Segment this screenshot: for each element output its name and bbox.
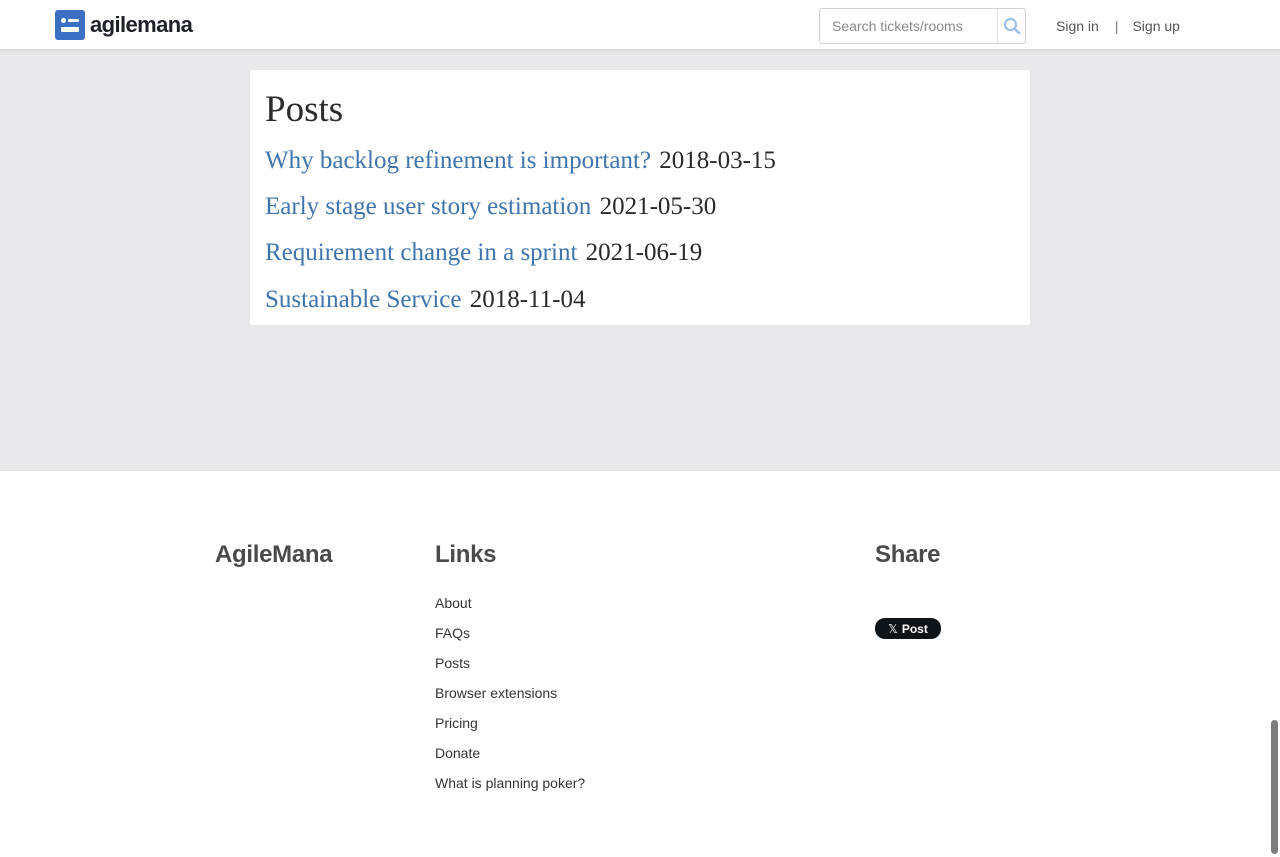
x-post-button[interactable]: 𝕏 Post — [875, 618, 941, 639]
x-logo-icon: 𝕏 — [888, 621, 898, 636]
footer-brand-heading: AgileMana — [215, 541, 333, 568]
posts-card: Posts Why backlog refinement is importan… — [250, 70, 1030, 325]
post-date: 2018-03-15 — [659, 147, 776, 174]
list-item: FAQs — [435, 625, 585, 655]
footer-link-faqs[interactable]: FAQs — [435, 625, 470, 641]
list-item: Browser extensions — [435, 685, 585, 715]
agilemana-logo-icon — [55, 10, 85, 40]
list-item: Posts — [435, 655, 585, 685]
post-date: 2021-06-19 — [585, 239, 703, 266]
page-title: Posts — [265, 89, 344, 130]
footer-share-heading: Share — [875, 541, 941, 568]
auth-links: Sign in | Sign up — [1056, 16, 1180, 36]
footer-link-browser-extensions[interactable]: Browser extensions — [435, 685, 557, 701]
sign-up-link[interactable]: Sign up — [1132, 18, 1179, 34]
list-item: Requirement change in a sprint 2021-06-1… — [265, 239, 702, 267]
list-item: What is planning poker? — [435, 775, 585, 805]
post-link[interactable]: Requirement change in a sprint — [265, 239, 577, 266]
x-post-label: Post — [901, 621, 928, 636]
list-item: Pricing — [435, 715, 585, 745]
list-item: Early stage user story estimation 2021-0… — [265, 193, 716, 221]
post-date: 2021-05-30 — [599, 193, 717, 220]
footer-links-list: About FAQs Posts Browser extensions Pric… — [435, 595, 585, 805]
sign-in-link[interactable]: Sign in — [1056, 18, 1099, 34]
footer-link-donate[interactable]: Donate — [435, 745, 480, 761]
page-scrollbar[interactable] — [1271, 720, 1278, 854]
post-link[interactable]: Why backlog refinement is important? — [265, 147, 651, 174]
search-button[interactable] — [997, 9, 1025, 43]
list-item: Why backlog refinement is important? 201… — [265, 147, 776, 175]
footer-link-pricing[interactable]: Pricing — [435, 715, 478, 731]
top-navbar: agilemana Sign in | Sign up — [0, 0, 1280, 50]
brand-name: agilemana — [90, 12, 193, 37]
post-link[interactable]: Early stage user story estimation — [265, 193, 591, 220]
footer-link-planning-poker[interactable]: What is planning poker? — [435, 775, 585, 791]
post-date: 2018-11-04 — [469, 286, 586, 313]
brand-link[interactable]: agilemana — [55, 10, 193, 40]
auth-separator: | — [1114, 18, 1119, 34]
footer-links-heading: Links — [435, 541, 497, 568]
search-icon — [1003, 17, 1020, 35]
footer-link-about[interactable]: About — [435, 595, 472, 611]
list-item: Donate — [435, 745, 585, 775]
footer: AgileMana Links Share About FAQs Posts B… — [0, 470, 1280, 857]
list-item: Sustainable Service 2018-11-04 — [265, 286, 585, 314]
post-link[interactable]: Sustainable Service — [265, 286, 461, 313]
list-item: About — [435, 595, 585, 625]
search-box — [819, 8, 1026, 44]
footer-link-posts[interactable]: Posts — [435, 655, 470, 671]
search-input[interactable] — [820, 9, 992, 43]
